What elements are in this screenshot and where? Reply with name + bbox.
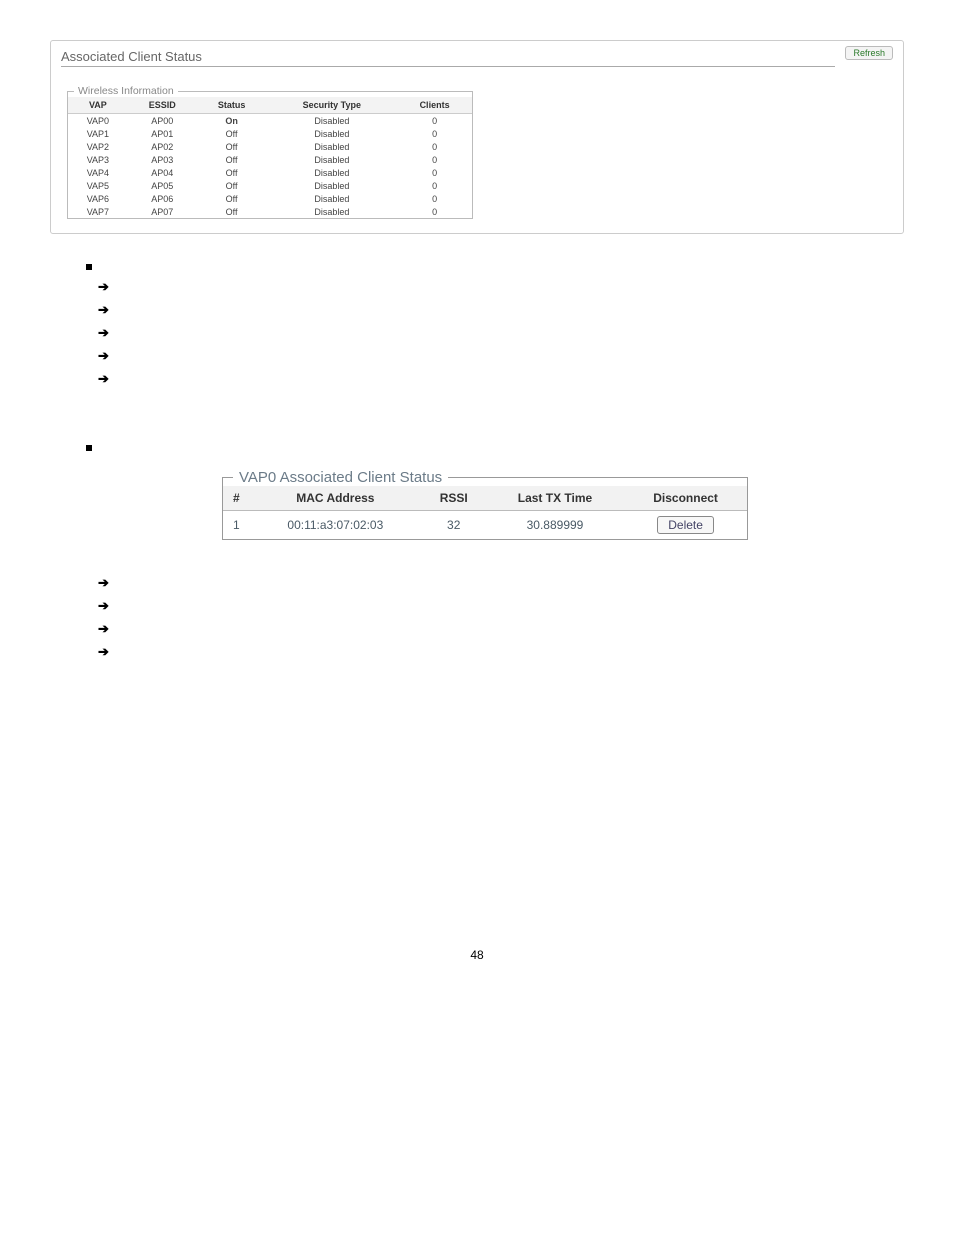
cell-essid: AP01 [128, 127, 197, 140]
col-rssi: RSSI [422, 486, 486, 511]
col-essid: ESSID [128, 97, 197, 114]
table-row: VAP4AP04OffDisabled0 [68, 166, 472, 179]
cell-vap: VAP3 [68, 153, 128, 166]
cell-status: Off [197, 153, 267, 166]
cell-status: Off [197, 179, 267, 192]
cell-disconnect: Delete [624, 511, 747, 540]
cell-sectype: Disabled [267, 179, 398, 192]
cell-essid: AP07 [128, 205, 197, 218]
cell-essid: AP04 [128, 166, 197, 179]
square-bullet-icon [86, 264, 92, 270]
table-row: VAP1AP01OffDisabled0 [68, 127, 472, 140]
cell-sectype: Disabled [267, 114, 398, 128]
table-row: VAP5AP05OffDisabled0 [68, 179, 472, 192]
associated-client-status-panel: Associated Client Status Refresh Wireles… [50, 40, 904, 234]
page-number: 48 [50, 948, 904, 962]
col-status: Status [197, 97, 267, 114]
table-row: 1 00:11:a3:07:02:03 32 30.889999 Delete [223, 511, 747, 540]
cell-rssi: 32 [422, 511, 486, 540]
col-vap: VAP [68, 97, 128, 114]
cell-mac: 00:11:a3:07:02:03 [249, 511, 422, 540]
cell-sectype: Disabled [267, 192, 398, 205]
cell-clients: 0 [397, 192, 472, 205]
cell-clients: 0 [397, 114, 472, 128]
cell-sectype: Disabled [267, 166, 398, 179]
arrow-right-icon: ➔ [98, 303, 904, 316]
cell-num: 1 [223, 511, 249, 540]
cell-essid: AP00 [128, 114, 197, 128]
col-num: # [223, 486, 249, 511]
cell-clients: 0 [397, 153, 472, 166]
arrow-list-1: ➔ ➔ ➔ ➔ ➔ [98, 280, 904, 385]
cell-sectype: Disabled [267, 140, 398, 153]
arrow-right-icon: ➔ [98, 372, 904, 385]
cell-essid: AP02 [128, 140, 197, 153]
col-disconnect: Disconnect [624, 486, 747, 511]
cell-vap: VAP0 [68, 114, 128, 128]
cell-sectype: Disabled [267, 153, 398, 166]
col-lasttx: Last TX Time [486, 486, 624, 511]
arrow-right-icon: ➔ [98, 280, 904, 293]
arrow-right-icon: ➔ [98, 599, 904, 612]
cell-clients: 0 [397, 140, 472, 153]
cell-essid: AP03 [128, 153, 197, 166]
col-mac: MAC Address [249, 486, 422, 511]
cell-essid: AP06 [128, 192, 197, 205]
table-row: VAP0AP00OnDisabled0 [68, 114, 472, 128]
cell-status: Off [197, 166, 267, 179]
table-row: VAP3AP03OffDisabled0 [68, 153, 472, 166]
cell-status: Off [197, 205, 267, 218]
cell-clients: 0 [397, 166, 472, 179]
col-sectype: Security Type [267, 97, 398, 114]
cell-clients: 0 [397, 127, 472, 140]
col-clients: Clients [397, 97, 472, 114]
cell-status: Off [197, 192, 267, 205]
cell-clients: 0 [397, 205, 472, 218]
arrow-right-icon: ➔ [98, 622, 904, 635]
square-bullet-icon [86, 445, 92, 451]
cell-sectype: Disabled [267, 205, 398, 218]
fieldset-legend: Wireless Information [74, 85, 178, 97]
cell-vap: VAP2 [68, 140, 128, 153]
cell-vap: VAP7 [68, 205, 128, 218]
refresh-button[interactable]: Refresh [845, 46, 893, 60]
arrow-right-icon: ➔ [98, 645, 904, 658]
associated-client-table: # MAC Address RSSI Last TX Time Disconne… [223, 486, 747, 539]
cell-lasttx: 30.889999 [486, 511, 624, 540]
cell-vap: VAP4 [68, 166, 128, 179]
panel-title: Associated Client Status [61, 49, 835, 67]
wireless-information-fieldset: Wireless Information VAP ESSID Status Se… [67, 85, 473, 219]
arrow-list-2: ➔ ➔ ➔ ➔ [98, 576, 904, 658]
table-row: VAP7AP07OffDisabled0 [68, 205, 472, 218]
delete-button[interactable]: Delete [657, 516, 714, 534]
table-row: VAP6AP06OffDisabled0 [68, 192, 472, 205]
cell-status: On [197, 114, 267, 128]
cell-essid: AP05 [128, 179, 197, 192]
cell-vap: VAP1 [68, 127, 128, 140]
arrow-right-icon: ➔ [98, 326, 904, 339]
cell-vap: VAP5 [68, 179, 128, 192]
arrow-right-icon: ➔ [98, 576, 904, 589]
cell-vap: VAP6 [68, 192, 128, 205]
vap0-associated-client-status-fieldset: VAP0 Associated Client Status # MAC Addr… [222, 469, 748, 540]
cell-clients: 0 [397, 179, 472, 192]
fieldset-legend: VAP0 Associated Client Status [233, 469, 448, 486]
wireless-info-table: VAP ESSID Status Security Type Clients V… [68, 97, 472, 218]
cell-status: Off [197, 140, 267, 153]
cell-sectype: Disabled [267, 127, 398, 140]
arrow-right-icon: ➔ [98, 349, 904, 362]
table-row: VAP2AP02OffDisabled0 [68, 140, 472, 153]
cell-status: Off [197, 127, 267, 140]
